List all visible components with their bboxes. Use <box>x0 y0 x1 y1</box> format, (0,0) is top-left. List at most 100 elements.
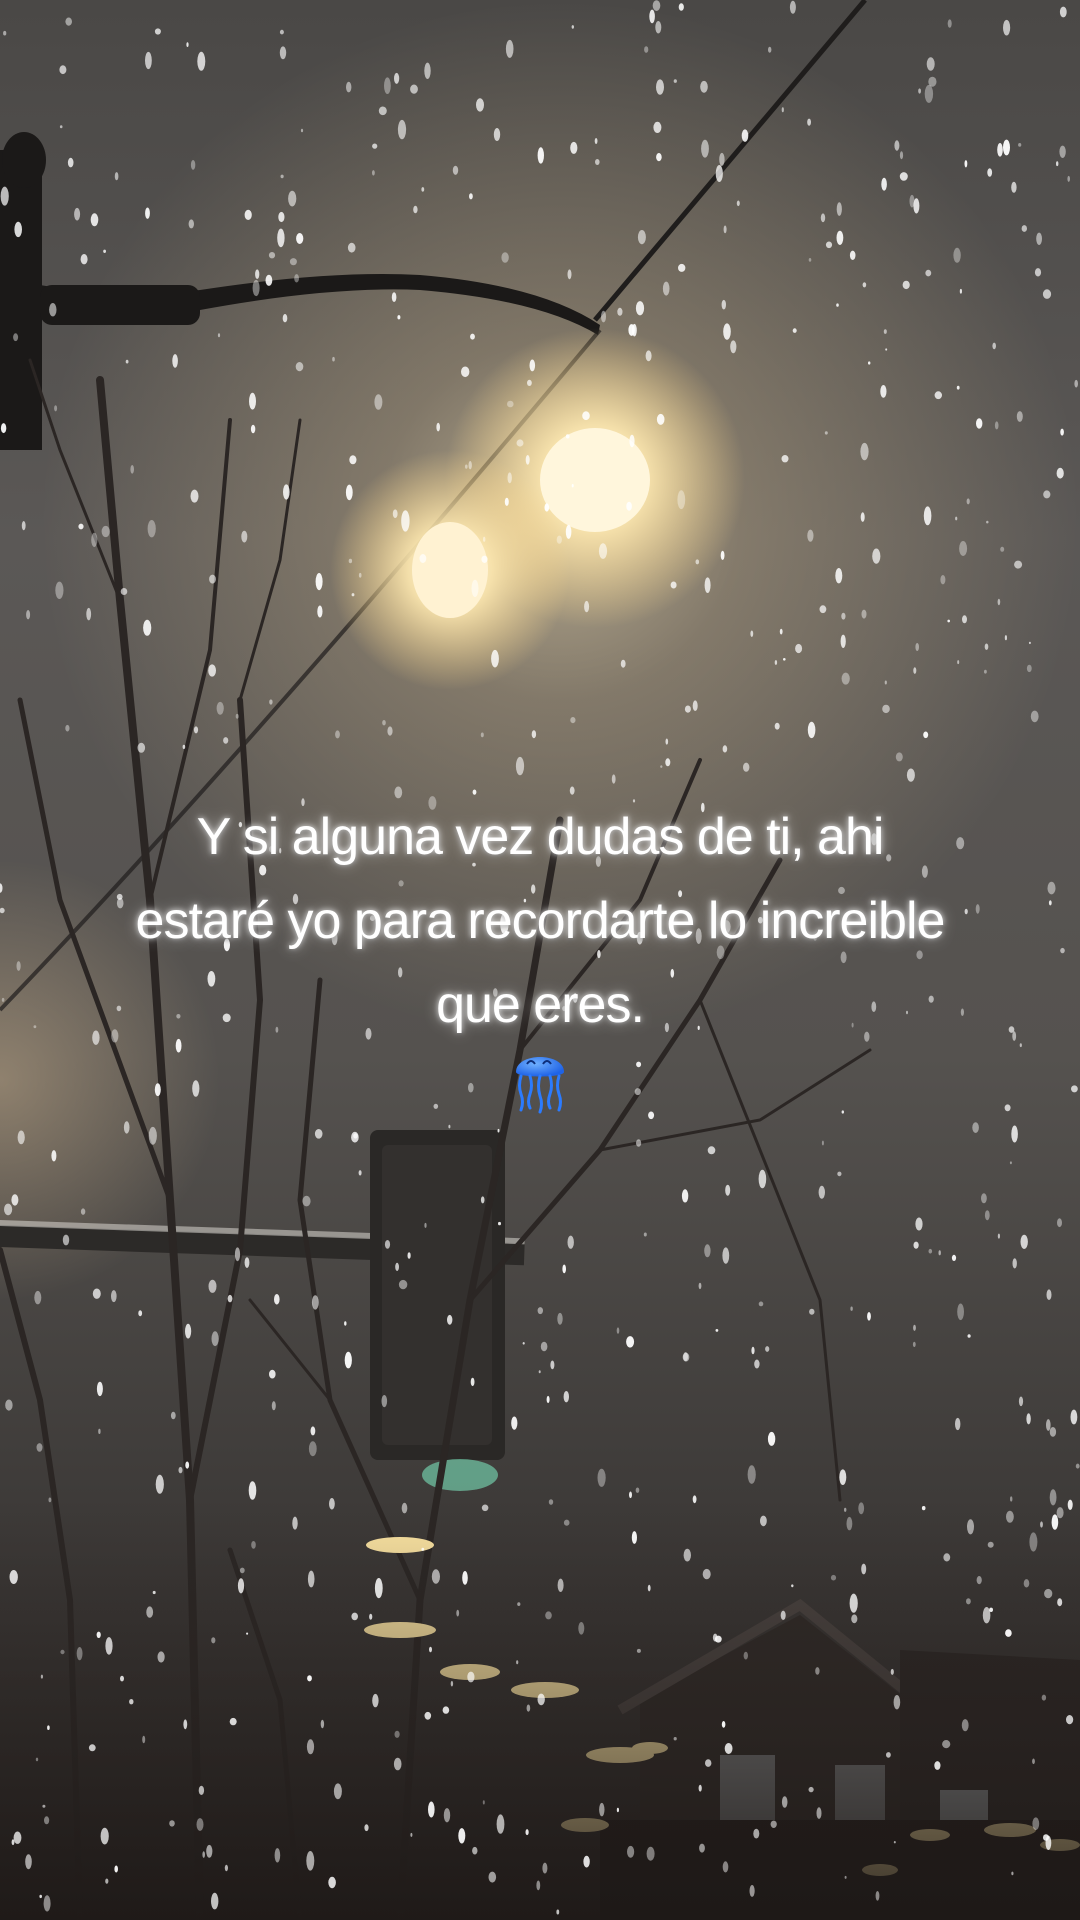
snowflake <box>1067 175 1070 182</box>
snowflake <box>628 324 635 336</box>
snowflake <box>507 472 512 484</box>
snowflake <box>631 1531 638 1544</box>
snowflake <box>976 418 983 429</box>
snowflake <box>636 1139 642 1147</box>
snowflake <box>665 738 669 745</box>
snowflake <box>915 643 919 651</box>
snowflake <box>1056 161 1059 167</box>
snowflake <box>700 80 708 93</box>
snowflake <box>413 205 418 214</box>
snowflake <box>1011 1871 1014 1876</box>
snowflake <box>824 431 828 435</box>
snowflake <box>567 269 572 280</box>
snowflake <box>629 1491 632 1499</box>
snowflake <box>59 65 67 75</box>
snowflake <box>830 1574 837 1581</box>
snowflake <box>525 1829 529 1836</box>
snowflake <box>125 359 129 364</box>
snowflake <box>442 1706 450 1714</box>
snowflake <box>65 17 72 26</box>
snowflake <box>280 174 284 179</box>
snowflake <box>14 221 22 238</box>
snowflake <box>54 405 58 412</box>
snowflake <box>646 1846 655 1861</box>
snowflake <box>397 315 401 320</box>
snowflake <box>925 269 932 277</box>
snowflake <box>268 252 276 259</box>
snowflake <box>902 280 910 290</box>
snowflake <box>17 1130 25 1145</box>
snowflake <box>96 1631 101 1639</box>
snowflake <box>538 1370 541 1374</box>
snowflake <box>401 1502 408 1514</box>
snowflake <box>172 354 178 368</box>
snowflake <box>616 1807 620 1813</box>
snowflake <box>850 1306 853 1311</box>
snowflake <box>795 643 803 654</box>
snowflake <box>656 153 662 162</box>
snowflake <box>924 84 934 103</box>
snowflake <box>997 598 1001 606</box>
snowflake <box>407 1252 411 1259</box>
snowflake <box>758 1301 764 1307</box>
snowflake <box>288 190 297 207</box>
snowflake <box>1014 560 1023 569</box>
snowflake <box>190 489 199 503</box>
snowflake <box>274 1294 280 1305</box>
snowflake <box>88 1744 96 1752</box>
snowflake <box>526 1704 531 1712</box>
snowflake <box>33 1025 37 1029</box>
snowflake <box>861 1563 867 1575</box>
snowflake <box>557 1578 564 1593</box>
snowflake <box>271 1401 276 1411</box>
snowflake <box>461 366 470 378</box>
snowflake <box>860 512 865 522</box>
snowflake <box>567 1235 574 1249</box>
snowflake <box>493 128 501 141</box>
snowflake <box>836 202 842 216</box>
snowflake <box>1060 428 1064 436</box>
snowflake <box>820 213 826 223</box>
snowflake <box>62 1234 70 1246</box>
snowflake <box>861 609 867 619</box>
snowflake <box>692 700 698 711</box>
snowflake <box>741 129 749 142</box>
snowflake <box>42 1804 46 1808</box>
snowflake <box>754 1359 760 1369</box>
snowflake <box>358 572 362 578</box>
snowflake <box>241 530 248 543</box>
snowflake <box>1074 379 1078 388</box>
snowflake <box>841 612 846 620</box>
snowflake <box>1046 1419 1051 1431</box>
snowflake <box>310 1426 316 1436</box>
snowflake <box>849 250 856 260</box>
snowflake <box>1049 1427 1057 1437</box>
snowflake <box>516 439 524 447</box>
snowflake <box>436 422 441 432</box>
snowflake <box>698 1282 702 1290</box>
snowflake <box>940 575 946 585</box>
snowflake <box>783 658 786 661</box>
snowflake <box>947 19 952 28</box>
snowflake <box>0 883 3 893</box>
snowflake <box>913 667 917 674</box>
snowflake <box>645 350 652 362</box>
snowflake <box>481 1504 489 1512</box>
snowflake <box>702 1568 711 1580</box>
snowflake <box>60 1649 65 1655</box>
snowflake <box>774 660 778 665</box>
snowflake <box>894 140 900 151</box>
snowflake <box>1010 1496 1013 1502</box>
snowflake <box>480 732 484 738</box>
snowflake <box>1018 143 1022 147</box>
snowflake <box>616 1327 620 1334</box>
snowflake <box>223 737 229 744</box>
snowflake <box>627 1845 635 1858</box>
snowflake <box>893 1695 901 1710</box>
snowflake <box>372 1693 379 1708</box>
snowflake <box>649 9 655 24</box>
snowflake <box>92 1288 101 1299</box>
snowflake <box>677 490 686 510</box>
snowflake <box>0 423 7 434</box>
snowflake <box>760 1515 767 1527</box>
